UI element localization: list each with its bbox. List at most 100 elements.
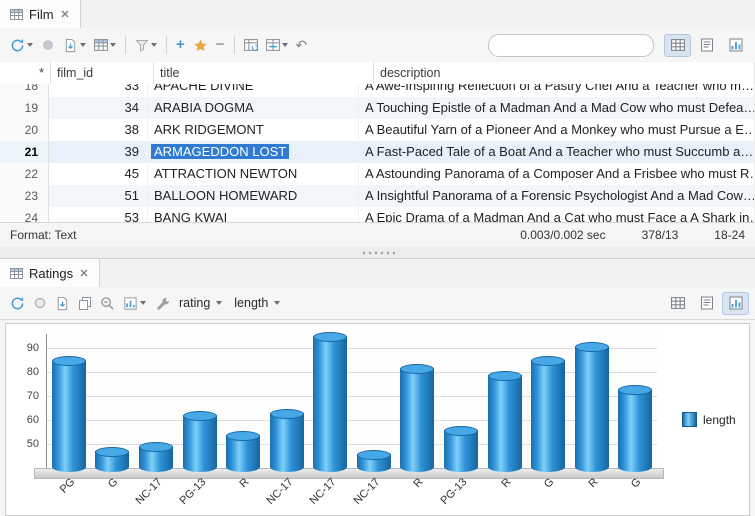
cell-description[interactable]: A Epic Drama of a Madman And a Cat who m… bbox=[359, 207, 755, 223]
table-pages-icon bbox=[266, 38, 280, 52]
view-options-button[interactable] bbox=[91, 35, 119, 55]
x-axis-tick-label: NC-17 bbox=[264, 476, 295, 507]
ratings-panel: Ratings rating length bbox=[0, 258, 755, 516]
tab-ratings[interactable]: Ratings bbox=[0, 259, 100, 287]
text-view-button[interactable] bbox=[693, 292, 720, 315]
revert-button[interactable]: ↶ bbox=[293, 35, 311, 55]
table-view-button[interactable] bbox=[664, 292, 691, 315]
cell-film-id[interactable]: 33 bbox=[49, 84, 148, 97]
cell-film-id[interactable]: 34 bbox=[49, 97, 148, 119]
column-header-gutter[interactable]: * bbox=[0, 62, 51, 84]
status-right-group: 0.003/0.002 sec 378/13 18-24 bbox=[520, 228, 745, 242]
cell-film-id[interactable]: 45 bbox=[49, 163, 148, 185]
chart-view-button[interactable] bbox=[722, 34, 749, 57]
table-row[interactable]: 1833APACHE DIVINEA Awe-Inspiring Reflect… bbox=[0, 84, 755, 97]
chart-view-icon bbox=[729, 38, 743, 52]
cell-film-id[interactable]: 53 bbox=[49, 207, 148, 223]
y-axis-tick-label: 70 bbox=[11, 390, 39, 402]
cell-title[interactable]: BANG KWAI bbox=[148, 207, 359, 223]
x-axis-field-dropdown[interactable]: rating bbox=[173, 293, 228, 313]
table-row[interactable]: 1934ARABIA DOGMAA Touching Epistle of a … bbox=[0, 97, 755, 119]
delete-row-button[interactable]: − bbox=[213, 35, 228, 55]
cancel-query-button[interactable] bbox=[30, 293, 50, 313]
cell-description[interactable]: A Fast-Paced Tale of a Boat And a Teache… bbox=[359, 141, 755, 163]
cell-title[interactable]: ATTRACTION NEWTON bbox=[148, 163, 359, 185]
close-tab-icon[interactable] bbox=[60, 9, 70, 19]
ratings-toolbar: rating length bbox=[0, 287, 755, 320]
table-refresh-icon bbox=[244, 38, 258, 52]
cell-title[interactable]: ARK RIDGEMONT bbox=[148, 119, 359, 141]
add-row-button[interactable]: + bbox=[173, 35, 188, 55]
chevron-down-icon bbox=[27, 43, 33, 47]
cell-title[interactable]: APACHE DIVINE bbox=[148, 84, 359, 97]
table-row[interactable]: 2139ARMAGEDDON LOSTA Fast-Paced Tale of … bbox=[0, 141, 755, 163]
chart-bar bbox=[313, 336, 347, 472]
search-input[interactable] bbox=[501, 37, 660, 53]
grid-rows: 1833APACHE DIVINEA Awe-Inspiring Reflect… bbox=[0, 84, 755, 223]
chart-settings-button[interactable] bbox=[120, 293, 149, 314]
cell-description[interactable]: A Beautiful Yarn of a Pioneer And a Monk… bbox=[359, 119, 755, 141]
row-number: 23 bbox=[0, 185, 49, 207]
copy-button[interactable] bbox=[75, 293, 95, 313]
tab-film-label: Film bbox=[29, 7, 54, 22]
filter-button[interactable] bbox=[132, 35, 160, 55]
row-number: 20 bbox=[0, 119, 49, 141]
cancel-query-button[interactable] bbox=[38, 35, 58, 55]
chart-tools-button[interactable] bbox=[151, 293, 172, 314]
reload-page-button[interactable] bbox=[241, 35, 261, 55]
table-row[interactable]: 2038ARK RIDGEMONTA Beautiful Yarn of a P… bbox=[0, 119, 755, 141]
column-header-film-id[interactable]: film_id bbox=[51, 62, 154, 84]
stop-circle-icon bbox=[41, 38, 55, 52]
cell-title[interactable]: ARMAGEDDON LOST bbox=[148, 141, 359, 163]
cell-description[interactable]: A Insightful Panorama of a Forensic Psyc… bbox=[359, 185, 755, 207]
cell-description[interactable]: A Awe-Inspiring Reflection of a Pastry C… bbox=[359, 84, 755, 97]
column-header-description[interactable]: description bbox=[374, 62, 755, 84]
cell-film-id[interactable]: 39 bbox=[49, 141, 148, 163]
change-page-size-button[interactable] bbox=[263, 35, 291, 55]
reload-button[interactable] bbox=[7, 35, 36, 56]
zoom-out-button[interactable] bbox=[97, 293, 118, 314]
cell-film-id[interactable]: 51 bbox=[49, 185, 148, 207]
tab-film[interactable]: Film bbox=[0, 0, 81, 28]
toolbar-separator bbox=[234, 36, 235, 54]
film-toolbar: + − ↶ bbox=[0, 28, 755, 63]
cell-film-id[interactable]: 38 bbox=[49, 119, 148, 141]
film-tabbar: Film bbox=[0, 0, 755, 29]
cell-description[interactable]: A Touching Epistle of a Madman And a Mad… bbox=[359, 97, 755, 119]
chart-view-button[interactable] bbox=[722, 292, 749, 315]
zoom-out-icon bbox=[100, 296, 115, 311]
cell-title[interactable]: ARABIA DOGMA bbox=[148, 97, 359, 119]
chart-legend: length bbox=[682, 412, 736, 427]
row-number: 19 bbox=[0, 97, 49, 119]
close-tab-icon[interactable] bbox=[79, 268, 89, 278]
cell-description[interactable]: A Astounding Panorama of a Composer And … bbox=[359, 163, 755, 185]
panel-splitter[interactable] bbox=[0, 247, 755, 258]
view-toggle-group bbox=[662, 292, 749, 315]
data-grid[interactable]: 1833APACHE DIVINEA Awe-Inspiring Reflect… bbox=[0, 84, 755, 223]
chevron-down-icon bbox=[216, 301, 222, 305]
export-data-button[interactable] bbox=[60, 35, 89, 56]
table-row[interactable]: 2453BANG KWAIA Epic Drama of a Madman An… bbox=[0, 207, 755, 223]
chart-bar bbox=[183, 415, 217, 472]
column-header-title[interactable]: title bbox=[154, 62, 374, 84]
table-row[interactable]: 2245ATTRACTION NEWTONA Astounding Panora… bbox=[0, 163, 755, 185]
cell-title[interactable]: BALLOON HOMEWARD bbox=[148, 185, 359, 207]
legend-label: length bbox=[703, 413, 736, 427]
star-button[interactable] bbox=[190, 35, 211, 56]
chart-plot: 5060708090PGGNC-17PG-13RNC-17NC-17NC-17R… bbox=[46, 334, 657, 468]
chart-bar bbox=[95, 451, 129, 472]
search-field[interactable] bbox=[488, 34, 654, 57]
chart-bar bbox=[52, 360, 86, 472]
table-view-button[interactable] bbox=[664, 34, 691, 57]
x-axis-tick-label: PG-13 bbox=[438, 476, 469, 507]
table-row[interactable]: 2351BALLOON HOMEWARDA Insightful Panoram… bbox=[0, 185, 755, 207]
chart-view-icon bbox=[729, 296, 743, 310]
text-view-button[interactable] bbox=[693, 34, 720, 57]
chart-platform bbox=[34, 468, 664, 479]
reload-button[interactable] bbox=[7, 293, 28, 314]
table-icon bbox=[10, 267, 23, 280]
export-chart-button[interactable] bbox=[52, 293, 73, 314]
toolbar-separator bbox=[125, 36, 126, 54]
chart-bar bbox=[575, 346, 609, 472]
y-axis-field-dropdown[interactable]: length bbox=[228, 293, 286, 313]
